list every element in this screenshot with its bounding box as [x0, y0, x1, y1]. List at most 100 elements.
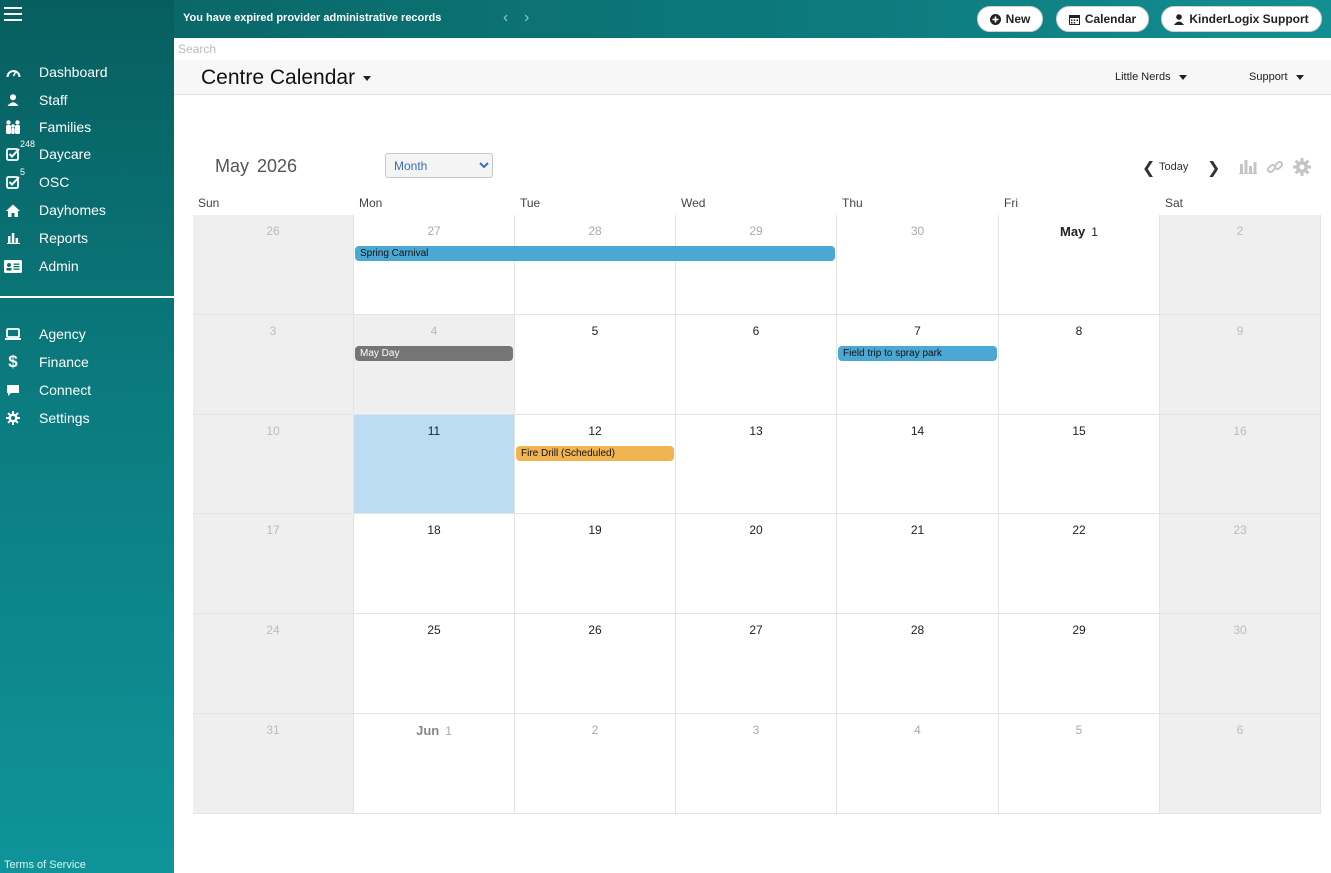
- weekday-label: Thu: [842, 196, 863, 210]
- centre-dropdown[interactable]: Little Nerds: [1115, 71, 1187, 83]
- day-cell[interactable]: 14: [837, 415, 999, 514]
- sidebar-item-dashboard[interactable]: Dashboard: [0, 59, 174, 85]
- day-cell[interactable]: 3: [193, 315, 354, 415]
- menu-toggle-icon[interactable]: [4, 7, 22, 21]
- day-cell[interactable]: 24: [193, 614, 354, 714]
- support-dropdown[interactable]: Support: [1249, 71, 1304, 83]
- new-button[interactable]: New: [977, 6, 1043, 32]
- day-cell[interactable]: 3: [676, 714, 837, 814]
- day-cell[interactable]: 13: [676, 415, 837, 514]
- page-title-dropdown[interactable]: Centre Calendar: [201, 66, 372, 90]
- page-header: Centre Calendar Little Nerds Support: [174, 60, 1331, 95]
- day-number: 16: [1233, 424, 1247, 438]
- day-cell[interactable]: 25: [354, 614, 515, 714]
- day-number: 20: [749, 523, 763, 537]
- alert-prev-button[interactable]: ‹: [503, 9, 519, 27]
- sidebar-item-finance[interactable]: $ Finance: [0, 349, 174, 375]
- sidebar-item-daycare[interactable]: 248 Daycare: [0, 139, 174, 167]
- day-cell[interactable]: 27: [354, 215, 515, 315]
- sidebar-item-label: Connect: [39, 382, 92, 398]
- support-label: Support: [1249, 71, 1288, 83]
- day-cell[interactable]: 29: [999, 614, 1160, 714]
- calendar-button-label: Calendar: [1084, 12, 1137, 26]
- link-icon[interactable]: [1266, 158, 1284, 176]
- plus-circle-icon: [989, 13, 1001, 25]
- day-cell[interactable]: 15: [999, 415, 1160, 514]
- day-cell[interactable]: 8: [999, 315, 1160, 415]
- day-cell[interactable]: May 1: [999, 215, 1160, 315]
- day-cell[interactable]: 4: [354, 315, 515, 415]
- search-input[interactable]: [174, 38, 1331, 60]
- day-cell[interactable]: 2: [515, 714, 676, 814]
- sidebar-item-reports[interactable]: Reports: [0, 225, 174, 251]
- day-cell[interactable]: 30: [837, 215, 999, 315]
- day-number: 27: [749, 623, 763, 637]
- day-cell[interactable]: 5: [999, 714, 1160, 814]
- day-cell[interactable]: 7: [837, 315, 999, 415]
- sidebar-item-connect[interactable]: Connect: [0, 377, 174, 403]
- day-cell[interactable]: 4: [837, 714, 999, 814]
- day-cell[interactable]: 20: [676, 514, 837, 614]
- sidebar-item-admin[interactable]: Admin: [0, 253, 174, 279]
- day-cell[interactable]: 26: [515, 614, 676, 714]
- dollar-icon: $: [8, 352, 18, 371]
- day-cell[interactable]: 6: [676, 315, 837, 415]
- day-cell[interactable]: 21: [837, 514, 999, 614]
- day-number: 31: [266, 723, 280, 737]
- support-account-button[interactable]: KinderLogix Support: [1161, 6, 1322, 32]
- year: 2026: [257, 156, 298, 176]
- day-cell[interactable]: 11: [354, 415, 515, 514]
- day-cell[interactable]: 16: [1160, 415, 1321, 514]
- sidebar-item-staff[interactable]: Staff: [0, 87, 174, 113]
- day-cell[interactable]: 23: [1160, 514, 1321, 614]
- day-cell[interactable]: 26: [193, 215, 354, 315]
- prev-month-button[interactable]: ❮: [1142, 158, 1155, 178]
- day-cell[interactable]: 5: [515, 315, 676, 415]
- chevron-down-icon: [1295, 74, 1304, 80]
- terms-of-service-link[interactable]: Terms of Service: [4, 859, 86, 871]
- day-number: 28: [910, 623, 925, 637]
- day-cell[interactable]: 6: [1160, 714, 1321, 814]
- day-cell[interactable]: 2: [1160, 215, 1321, 315]
- day-cell[interactable]: 22: [999, 514, 1160, 614]
- sidebar-item-families[interactable]: Families: [0, 114, 174, 140]
- day-cell[interactable]: Jun 1: [354, 714, 515, 814]
- day-cell[interactable]: 28: [837, 614, 999, 714]
- sidebar-item-agency[interactable]: Agency: [0, 321, 174, 347]
- day-cell[interactable]: 30: [1160, 614, 1321, 714]
- day-number: 10: [266, 424, 280, 438]
- calendar-button[interactable]: Calendar: [1056, 6, 1149, 32]
- bar-chart-icon[interactable]: [1239, 158, 1257, 176]
- day-cell[interactable]: 18: [354, 514, 515, 614]
- next-month-button[interactable]: ❯: [1207, 158, 1220, 178]
- day-cell[interactable]: 10: [193, 415, 354, 514]
- day-number: 5: [591, 324, 599, 338]
- day-cell[interactable]: 19: [515, 514, 676, 614]
- day-cell[interactable]: 17: [193, 514, 354, 614]
- calendar-event[interactable]: Spring Carnival: [355, 246, 835, 261]
- gear-icon[interactable]: [1293, 158, 1311, 176]
- day-cell[interactable]: 28: [515, 215, 676, 315]
- today-button[interactable]: Today: [1159, 161, 1188, 173]
- expired-records-alert[interactable]: You have expired provider administrative…: [183, 12, 441, 24]
- day-number: 19: [588, 523, 602, 537]
- calendar-event[interactable]: Fire Drill (Scheduled): [516, 446, 674, 461]
- calendar-grid: 26 27 28 29 30 May 1 2 3 4 5 6 7 8 9 10 11 12 13 14 15 16 17 18…: [193, 215, 1321, 814]
- sidebar-item-dayhomes[interactable]: Dayhomes: [0, 197, 174, 223]
- view-select[interactable]: Month: [385, 153, 493, 178]
- calendar-event[interactable]: May Day: [355, 346, 513, 361]
- sidebar-item-osc[interactable]: 5 OSC: [0, 167, 174, 195]
- day-cell[interactable]: 31: [193, 714, 354, 814]
- day-cell[interactable]: 29: [676, 215, 837, 315]
- month-marker: Jun: [416, 723, 440, 738]
- day-cell[interactable]: 9: [1160, 315, 1321, 415]
- calendar-event[interactable]: Field trip to spray park: [838, 346, 997, 361]
- day-cell[interactable]: 27: [676, 614, 837, 714]
- alert-next-button[interactable]: ›: [524, 9, 540, 27]
- support-account-label: KinderLogix Support: [1189, 12, 1309, 26]
- sidebar-item-settings[interactable]: Settings: [0, 405, 174, 431]
- sidebar-item-label: Reports: [39, 230, 89, 246]
- day-number: 8: [1075, 324, 1083, 338]
- day-number: 30: [910, 224, 925, 238]
- day-cell[interactable]: 12: [515, 415, 676, 514]
